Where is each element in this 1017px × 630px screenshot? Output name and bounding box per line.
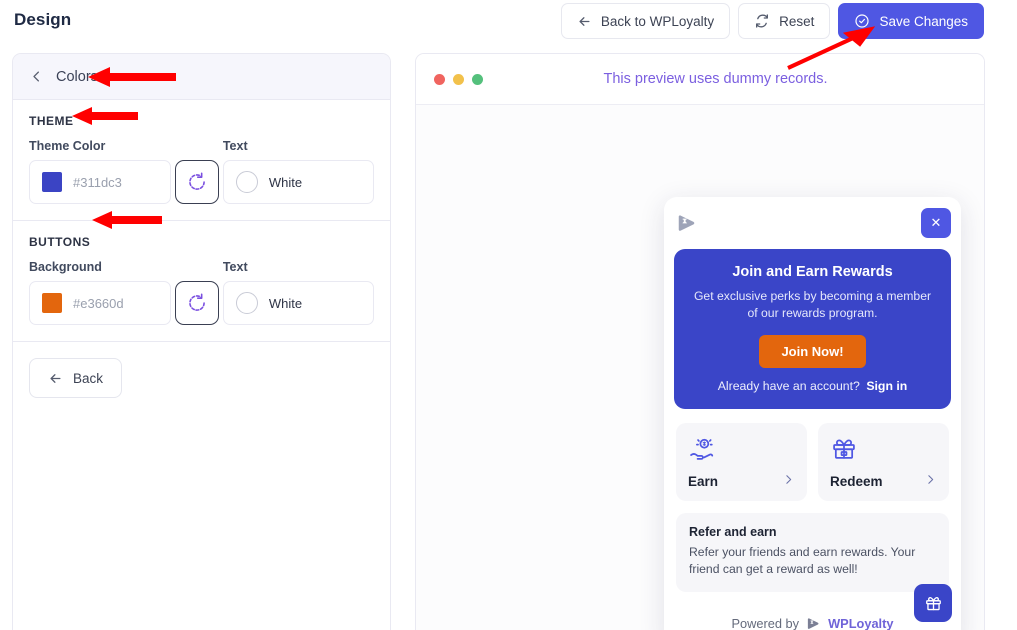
reset-circle-icon: [187, 172, 207, 192]
theme-text-label: Text: [222, 139, 248, 153]
top-bar: Design Back to WPLoyalty Reset Save Chan…: [0, 0, 1017, 46]
widget-launcher-button[interactable]: [914, 584, 952, 622]
window-dot-yellow: [453, 73, 464, 85]
reset-button[interactable]: Reset: [738, 3, 831, 39]
colors-settings-panel: Colors THEME Theme Color #311dc3 Text Wh…: [12, 53, 391, 630]
refresh-icon: [754, 13, 770, 29]
reset-circle-icon: [187, 293, 207, 313]
button-background-input[interactable]: #e3660d: [29, 281, 172, 325]
check-circle-icon: [854, 13, 870, 29]
button-text-value: White: [268, 295, 303, 311]
back-button[interactable]: Back: [29, 358, 123, 398]
widget-tiles: Earn Redeem: [664, 409, 961, 501]
button-background-value: #e3660d: [73, 295, 124, 311]
refer-and-earn-card[interactable]: Refer and earn Refer your friends and ea…: [676, 512, 949, 593]
hero-subtitle: Get exclusive perks by becoming a member…: [693, 289, 932, 321]
buttons-section: BUTTONS Background #e3660d Text White: [13, 221, 390, 342]
chevron-right-icon: [924, 473, 937, 491]
theme-section: THEME Theme Color #311dc3 Text White: [13, 100, 390, 221]
earn-tile-label: Earn: [688, 474, 719, 490]
page-title: Design: [14, 10, 72, 29]
signin-link[interactable]: Sign in: [866, 379, 907, 393]
panel-header[interactable]: Colors: [13, 54, 390, 100]
window-dot-red: [434, 73, 445, 85]
theme-section-title: THEME: [29, 114, 74, 128]
theme-text-swatch[interactable]: [235, 171, 258, 193]
back-to-wployalty-label: Back to WPLoyalty: [600, 13, 715, 29]
wployalty-shield-icon: [676, 212, 698, 234]
wployalty-shield-icon: [806, 616, 821, 630]
buttons-reset-button[interactable]: [175, 281, 220, 325]
theme-color-swatch[interactable]: [42, 172, 62, 192]
save-changes-button[interactable]: Save Changes: [838, 3, 984, 39]
gift-icon: [924, 594, 943, 613]
window-dot-green: [472, 73, 483, 85]
button-text-input[interactable]: White: [222, 281, 374, 325]
top-actions: Back to WPLoyalty Reset Save Changes: [560, 3, 984, 39]
reset-label: Reset: [779, 13, 815, 29]
button-text-field: Text White: [222, 260, 374, 325]
chevron-right-icon: [782, 473, 795, 491]
hand-coin-icon: [688, 435, 795, 463]
gift-icon: [830, 435, 937, 463]
button-background-swatch[interactable]: [42, 293, 62, 313]
preview-note: This preview uses dummy records.: [603, 71, 828, 87]
back-to-wployalty-button[interactable]: Back to WPLoyalty: [560, 3, 731, 39]
save-changes-label: Save Changes: [879, 13, 968, 29]
powered-by-label: Powered by: [731, 615, 800, 630]
signin-prompt: Already have an account?: [717, 378, 860, 393]
window-dots: [434, 73, 483, 85]
close-icon[interactable]: ✕: [921, 208, 951, 238]
theme-text-input[interactable]: White: [222, 160, 374, 204]
arrow-left-icon: [48, 371, 63, 386]
design-page: Design Back to WPLoyalty Reset Save Chan…: [0, 0, 1017, 630]
theme-color-input[interactable]: #311dc3: [29, 160, 172, 204]
redeem-tile-label: Redeem: [830, 474, 883, 490]
refer-description: Refer your friends and earn rewards. You…: [689, 544, 916, 576]
hero-title: Join and Earn Rewards: [732, 264, 893, 280]
button-text-swatch[interactable]: [235, 292, 258, 314]
join-now-button[interactable]: Join Now!: [759, 334, 866, 368]
panel-title: Colors: [56, 68, 98, 85]
signin-row: Already have an account? Sign in: [690, 379, 935, 393]
refer-title: Refer and earn: [689, 524, 777, 539]
theme-color-value: #311dc3: [73, 174, 122, 190]
back-button-label: Back: [73, 370, 104, 386]
theme-color-field: Theme Color #311dc3: [29, 139, 172, 204]
button-background-label: Background: [29, 260, 102, 274]
theme-text-field: Text White: [222, 139, 374, 204]
theme-text-value: White: [268, 174, 303, 190]
preview-panel: This preview uses dummy records. ✕ Join …: [415, 53, 985, 630]
earn-tile[interactable]: Earn: [676, 422, 807, 501]
widget-header: ✕: [664, 197, 961, 249]
theme-reset-button[interactable]: [175, 160, 220, 204]
chevron-left-icon[interactable]: [29, 69, 44, 84]
button-text-label: Text: [222, 260, 248, 274]
theme-color-label: Theme Color: [29, 139, 106, 153]
arrow-left-icon: [577, 14, 592, 29]
redeem-tile[interactable]: Redeem: [818, 422, 949, 501]
buttons-section-title: BUTTONS: [29, 235, 91, 249]
preview-header: This preview uses dummy records.: [416, 54, 984, 105]
button-background-field: Background #e3660d: [29, 260, 172, 325]
wployalty-brand-link[interactable]: WPLoyalty: [828, 616, 893, 630]
back-button-row: Back: [13, 342, 390, 414]
widget-hero: Join and Earn Rewards Get exclusive perk…: [674, 249, 951, 409]
preview-body: ✕ Join and Earn Rewards Get exclusive pe…: [416, 105, 984, 630]
loyalty-widget: ✕ Join and Earn Rewards Get exclusive pe…: [664, 197, 961, 630]
